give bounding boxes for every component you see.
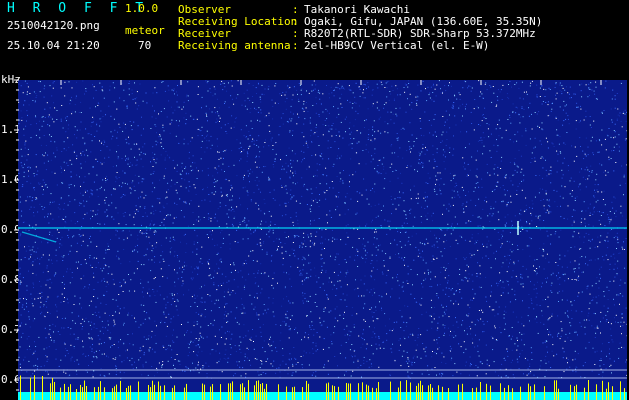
- hroffft-window: H R O F F T 1.0.0 2510042120.png meteor …: [0, 0, 629, 400]
